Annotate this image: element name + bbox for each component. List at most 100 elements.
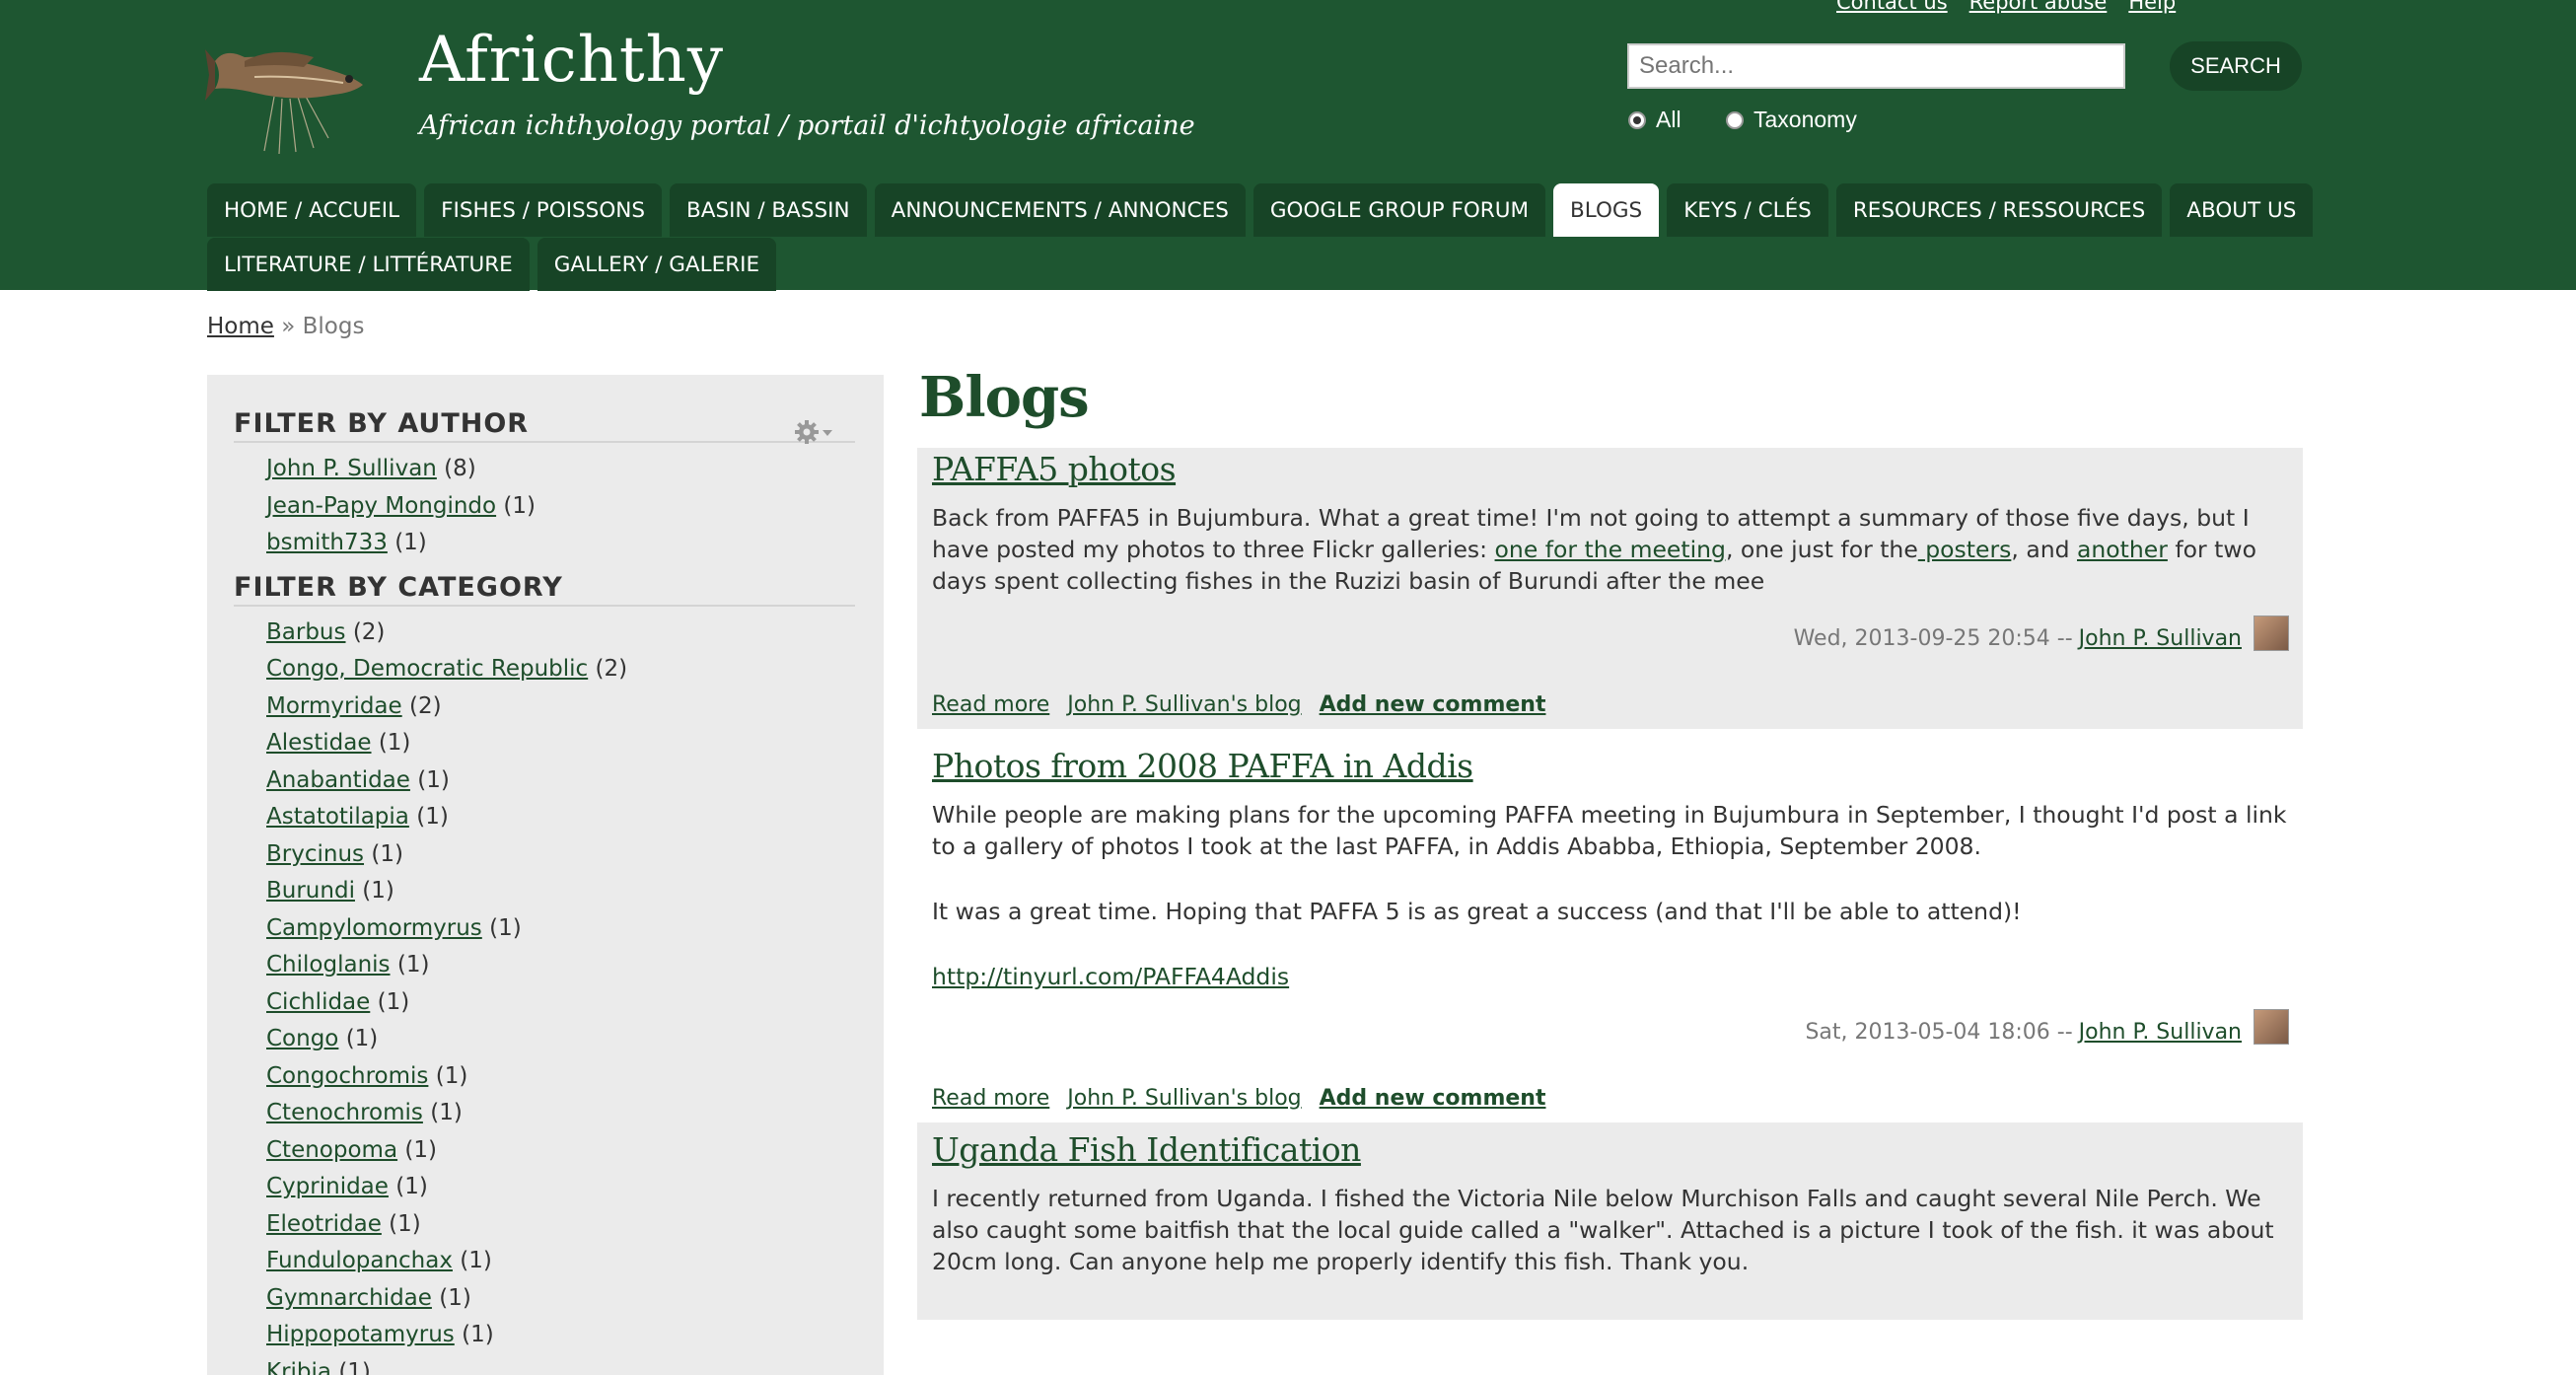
avatar[interactable]	[2254, 1008, 2289, 1045]
nav-tab-google-group-forum[interactable]: GOOGLE GROUP FORUM	[1252, 183, 1545, 237]
filter-count: (2)	[595, 656, 628, 682]
post-title-link[interactable]: Uganda Fish Identification	[932, 1128, 1361, 1169]
category-filter-link[interactable]: Kribia	[266, 1359, 331, 1375]
post-links: Read more John P. Sullivan's blog Add ne…	[932, 1045, 2289, 1122]
sidebar: FILTER BY AUTHOR John P. Sullivan (8) Je…	[207, 375, 884, 1375]
nav-tab-home[interactable]: HOME / ACCUEIL	[207, 183, 417, 237]
nav-tab-resources[interactable]: RESOURCES / RESSOURCES	[1835, 183, 2163, 237]
add-comment-link[interactable]: Add new comment	[1320, 1086, 1546, 1111]
filter-count: (1)	[395, 1174, 428, 1199]
category-filter-link[interactable]: Alestidae	[266, 730, 372, 756]
list-item: Cichlidae (1)	[266, 984, 884, 1022]
filter-count: (1)	[460, 1248, 492, 1273]
help-link[interactable]: Help	[2128, 0, 2176, 14]
category-filter-link[interactable]: Fundulopanchax	[266, 1248, 453, 1273]
post-text: It was a great time. Hoping that PAFFA 5…	[932, 898, 2022, 925]
filter-count: (1)	[489, 914, 522, 941]
avatar[interactable]	[2254, 615, 2289, 651]
chevron-down-icon	[823, 430, 832, 436]
author-filter-link[interactable]: bsmith733	[266, 530, 388, 555]
list-item: bsmith733 (1)	[266, 525, 884, 562]
list-item: Mormyridae (2)	[266, 688, 884, 726]
filter-count: (2)	[409, 692, 442, 719]
nav-tab-gallery[interactable]: GALLERY / GALERIE	[537, 238, 777, 291]
fish-logo-icon[interactable]	[205, 28, 383, 156]
post-body: Back from PAFFA5 in Bujumbura. What a gr…	[932, 502, 2289, 597]
filter-count: (1)	[462, 1322, 494, 1347]
add-comment-link[interactable]: Add new comment	[1320, 692, 1546, 717]
post-title-link[interactable]: PAFFA5 photos	[932, 448, 1177, 488]
nav-tab-blogs[interactable]: BLOGS	[1553, 183, 1660, 237]
radio-all[interactable]	[1628, 110, 1646, 129]
list-item: Cyprinidae (1)	[266, 1169, 884, 1206]
author-blog-link[interactable]: John P. Sullivan's blog	[1067, 1086, 1301, 1111]
filter-count: (1)	[417, 766, 450, 793]
post-author-link[interactable]: John P. Sullivan	[2079, 1020, 2242, 1045]
gallery-link-meeting[interactable]: one for the meeting	[1495, 536, 1726, 563]
category-filter-link[interactable]: Eleotridae	[266, 1211, 382, 1237]
radio-taxonomy[interactable]	[1726, 110, 1744, 129]
category-filter-link[interactable]: Ctenochromis	[266, 1100, 423, 1125]
search-button[interactable]: SEARCH	[2170, 41, 2302, 91]
category-filter-link[interactable]: Chiloglanis	[266, 952, 391, 977]
list-item: Kribia (1)	[266, 1354, 884, 1375]
breadcrumb-home-link[interactable]: Home	[207, 314, 274, 339]
gallery-url-link[interactable]: http://tinyurl.com/PAFFA4Addis	[932, 963, 1289, 990]
filter-count: (8)	[444, 456, 476, 481]
post-author-link[interactable]: John P. Sullivan	[2079, 626, 2242, 651]
filter-count: (1)	[430, 1100, 463, 1125]
site-name[interactable]: Africhthy	[419, 24, 724, 97]
list-item: Alestidae (1)	[266, 725, 884, 762]
category-filter-link[interactable]: Anabantidae	[266, 767, 410, 793]
category-filter-link[interactable]: Barbus	[266, 619, 346, 645]
post-text: , one just for the	[1725, 536, 1918, 563]
nav-tab-basin[interactable]: BASIN / BASSIN	[669, 183, 867, 237]
list-item: Campylomormyrus (1)	[266, 910, 884, 948]
search-option-taxonomy[interactable]: Taxonomy	[1726, 107, 1857, 133]
gear-icon[interactable]	[793, 418, 838, 446]
category-filter-link[interactable]: Gymnarchidae	[266, 1285, 432, 1311]
category-filter-link[interactable]: Burundi	[266, 878, 355, 904]
post-title-link[interactable]: Photos from 2008 PAFFA in Addis	[932, 745, 1473, 785]
author-filter-link[interactable]: Jean-Papy Mongindo	[266, 493, 496, 519]
report-abuse-link[interactable]: Report abuse	[1969, 0, 2108, 14]
filter-count: (1)	[389, 1210, 421, 1237]
nav-tab-announcements[interactable]: ANNOUNCEMENTS / ANNONCES	[874, 183, 1246, 237]
category-filter-link[interactable]: Congochromis	[266, 1063, 428, 1089]
category-filter-link[interactable]: Brycinus	[266, 841, 364, 867]
blog-post: Photos from 2008 PAFFA in Addis While pe…	[917, 729, 2303, 1122]
filter-count: (1)	[404, 1136, 437, 1163]
category-filter-link[interactable]: Mormyridae	[266, 693, 402, 719]
search-option-all[interactable]: All	[1628, 107, 1682, 133]
author-filter-link[interactable]: John P. Sullivan	[266, 456, 437, 481]
gallery-link-posters[interactable]: posters	[1918, 536, 2011, 563]
category-filter-link[interactable]: Ctenopoma	[266, 1137, 397, 1163]
author-filter-list: John P. Sullivan (8) Jean-Papy Mongindo …	[266, 451, 884, 562]
author-blog-link[interactable]: John P. Sullivan's blog	[1067, 692, 1301, 717]
search-input[interactable]	[1627, 43, 2125, 89]
nav-tab-about-us[interactable]: ABOUT US	[2170, 183, 2314, 237]
nav-tab-keys[interactable]: KEYS / CLÉS	[1667, 183, 1828, 237]
post-submitted: Sat, 2013-05-04 18:06 -- John P. Sulliva…	[932, 1008, 2289, 1045]
category-filter-link[interactable]: Cichlidae	[266, 989, 370, 1015]
filter-count: (2)	[352, 618, 386, 645]
list-item: Chiloglanis (1)	[266, 947, 884, 984]
list-item: Fundulopanchax (1)	[266, 1243, 884, 1280]
category-filter-link[interactable]: Campylomormyrus	[266, 915, 482, 941]
read-more-link[interactable]: Read more	[932, 1086, 1049, 1111]
filter-count: (1)	[371, 840, 403, 867]
contact-us-link[interactable]: Contact us	[1836, 0, 1948, 14]
list-item: Congo (1)	[266, 1021, 884, 1058]
category-filter-link[interactable]: Cyprinidae	[266, 1174, 389, 1199]
read-more-link[interactable]: Read more	[932, 692, 1049, 717]
category-filter-link[interactable]: Astatotilapia	[266, 804, 409, 830]
gallery-link-another[interactable]: another	[2077, 536, 2168, 563]
nav-tab-fishes[interactable]: FISHES / POISSONS	[424, 183, 662, 237]
filter-count: (1)	[338, 1358, 371, 1375]
nav-tab-literature[interactable]: LITERATURE / LITTÉRATURE	[207, 238, 530, 291]
list-item: Astatotilapia (1)	[266, 799, 884, 836]
category-filter-link[interactable]: Congo	[266, 1026, 338, 1051]
filter-count: (1)	[378, 730, 411, 756]
category-filter-link[interactable]: Hippopotamyrus	[266, 1322, 455, 1347]
category-filter-link[interactable]: Congo, Democratic Republic	[266, 656, 588, 682]
